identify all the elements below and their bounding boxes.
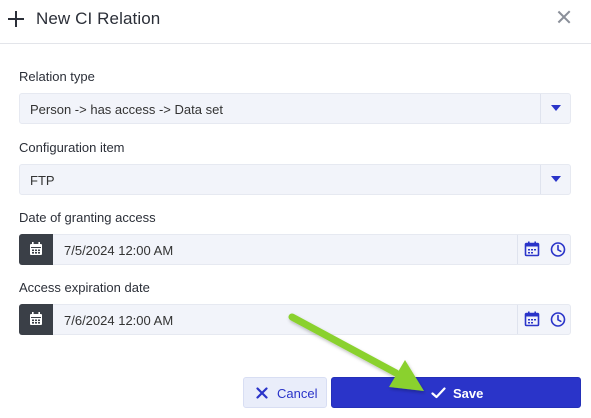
chevron-down-icon <box>551 105 561 111</box>
grant-date-picker-button[interactable] <box>517 235 545 264</box>
relation-type-value: Person -> has access -> Data set <box>30 102 223 117</box>
expiration-date-label: Access expiration date <box>19 280 150 295</box>
close-icon[interactable] <box>557 10 571 24</box>
expiration-time-picker-button[interactable] <box>545 305 571 334</box>
annotation-arrow <box>288 313 424 391</box>
relation-type-dropdown-button[interactable] <box>540 94 570 123</box>
expiration-date-calendar-button[interactable] <box>19 304 53 335</box>
calendar-icon <box>30 312 42 325</box>
grant-time-picker-button[interactable] <box>545 235 571 264</box>
new-ci-relation-dialog: New CI Relation Relation type Person -> … <box>0 0 591 418</box>
grant-date-field[interactable]: 7/5/2024 12:00 AM <box>19 234 571 265</box>
configuration-item-dropdown-button[interactable] <box>540 165 570 194</box>
calendar-icon <box>30 242 42 255</box>
dialog-header: New CI Relation <box>0 0 591 44</box>
expiration-date-picker-button[interactable] <box>517 305 545 334</box>
cancel-button[interactable]: Cancel <box>243 377 327 408</box>
chevron-down-icon <box>551 176 561 182</box>
grant-date-calendar-button[interactable] <box>19 234 53 265</box>
relation-type-label: Relation type <box>19 69 95 84</box>
dialog-title: New CI Relation <box>36 9 161 28</box>
configuration-item-value: FTP <box>30 173 55 188</box>
check-icon <box>431 387 446 399</box>
clock-icon <box>550 312 566 327</box>
calendar-icon <box>524 311 540 327</box>
save-button-label: Save <box>453 386 484 401</box>
x-icon <box>256 387 268 399</box>
expiration-date-value: 7/6/2024 12:00 AM <box>64 313 174 328</box>
calendar-icon <box>524 241 540 257</box>
relation-type-select[interactable]: Person -> has access -> Data set <box>19 93 571 124</box>
clock-icon <box>550 242 566 257</box>
cancel-button-label: Cancel <box>277 386 318 401</box>
grant-date-label: Date of granting access <box>19 210 156 225</box>
configuration-item-label: Configuration item <box>19 140 125 155</box>
grant-date-value: 7/5/2024 12:00 AM <box>64 243 174 258</box>
configuration-item-select[interactable]: FTP <box>19 164 571 195</box>
plus-icon <box>8 10 24 27</box>
save-button[interactable]: Save <box>331 377 581 408</box>
expiration-date-field[interactable]: 7/6/2024 12:00 AM <box>19 304 571 335</box>
